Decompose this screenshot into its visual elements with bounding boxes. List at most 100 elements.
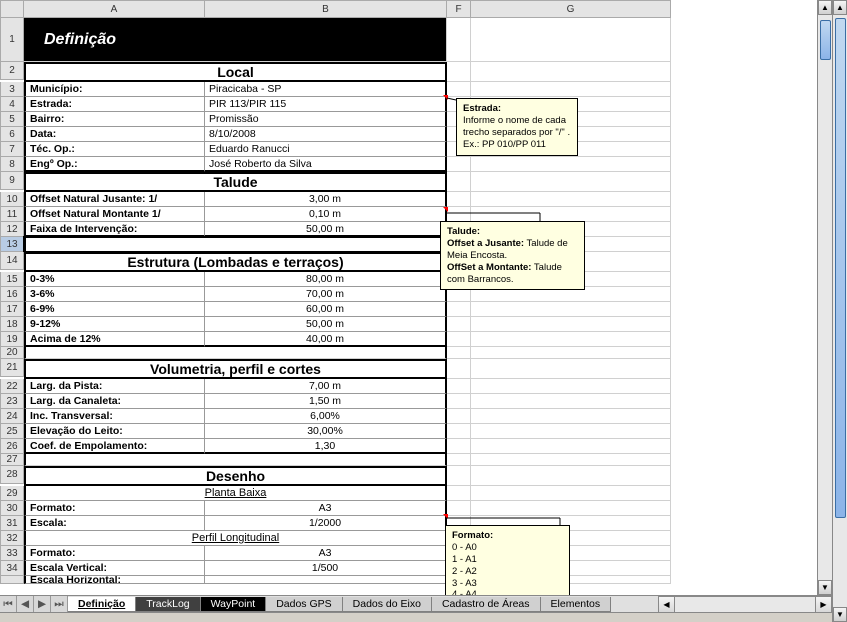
scroll-up-icon[interactable]: ▲: [833, 0, 847, 15]
row-header-20[interactable]: 20: [0, 347, 24, 359]
value-inc[interactable]: 6,00%: [205, 409, 447, 424]
row-header-7[interactable]: 7: [0, 142, 24, 157]
comment-title: Talude:: [447, 226, 480, 237]
value-lf[interactable]: A3: [205, 546, 447, 561]
section-desenho: Desenho: [24, 466, 447, 486]
tab-tracklog[interactable]: TrackLog: [136, 597, 200, 612]
value-est-r2[interactable]: 70,00 m: [205, 287, 447, 302]
row-header-22[interactable]: 22: [0, 379, 24, 394]
row-header-16[interactable]: 16: [0, 287, 24, 302]
row-header-28[interactable]: 28: [0, 466, 24, 484]
comment-talude: Talude: Offset a Jusante: Talude de Meia…: [440, 221, 585, 290]
row-header-13[interactable]: 13: [0, 237, 24, 252]
value-pf[interactable]: A3: [205, 501, 447, 516]
value-engop[interactable]: José Roberto da Silva: [205, 157, 447, 172]
selected-cell[interactable]: [24, 237, 447, 252]
scroll-thumb[interactable]: [820, 20, 831, 60]
row-header-19[interactable]: 19: [0, 332, 24, 347]
row-header-35[interactable]: [0, 576, 24, 584]
scroll-thumb[interactable]: [835, 18, 846, 518]
row-header-4[interactable]: 4: [0, 97, 24, 112]
value-canaleta[interactable]: 1,50 m: [205, 394, 447, 409]
row-header-33[interactable]: 33: [0, 546, 24, 561]
row-header-11[interactable]: 11: [0, 207, 24, 222]
comment-formato: Formato: 0 - A0 1 - A1 2 - A2 3 - A3 4 -…: [445, 525, 570, 595]
value-est-r4[interactable]: 50,00 m: [205, 317, 447, 332]
select-all-corner[interactable]: [0, 0, 24, 18]
row-header-15[interactable]: 15: [0, 272, 24, 287]
row-header-23[interactable]: 23: [0, 394, 24, 409]
col-header-g[interactable]: G: [471, 0, 671, 18]
label-tecop: Téc. Op.:: [24, 142, 205, 157]
tab-first-icon[interactable]: ⏮: [0, 596, 17, 612]
row-header-24[interactable]: 24: [0, 409, 24, 424]
value-est-r3[interactable]: 60,00 m: [205, 302, 447, 317]
hscroll-left-icon[interactable]: ◀: [658, 596, 675, 613]
scroll-down-icon[interactable]: ▼: [818, 580, 832, 595]
row-header-32[interactable]: 32: [0, 531, 24, 546]
col-header-b[interactable]: B: [205, 0, 447, 18]
row-header-17[interactable]: 17: [0, 302, 24, 317]
tab-last-icon[interactable]: ⏭: [51, 596, 68, 612]
col-header-f[interactable]: F: [447, 0, 471, 18]
tab-dados-gps[interactable]: Dados GPS: [266, 597, 342, 612]
tab-elementos[interactable]: Elementos: [541, 597, 612, 612]
row-header-12[interactable]: 12: [0, 222, 24, 237]
window-vertical-scrollbar[interactable]: ▲ ▼: [832, 0, 847, 622]
value-tecop[interactable]: Eduardo Ranucci: [205, 142, 447, 157]
row-header-2[interactable]: 2: [0, 62, 24, 80]
comment-indicator-icon[interactable]: [443, 95, 448, 100]
value-jusante[interactable]: 3,00 m: [205, 192, 447, 207]
value-bairro[interactable]: Promissão: [205, 112, 447, 127]
row-header-5[interactable]: 5: [0, 112, 24, 127]
row-header-30[interactable]: 30: [0, 501, 24, 516]
tab-cadastro-areas[interactable]: Cadastro de Áreas: [432, 597, 541, 612]
tab-waypoint[interactable]: WayPoint: [201, 597, 267, 612]
spreadsheet-workspace: A B F G 1 Definição 2 Local 3 Município:…: [0, 0, 832, 595]
row-header-21[interactable]: 21: [0, 359, 24, 377]
row-header-27[interactable]: 27: [0, 454, 24, 466]
value-elev[interactable]: 30,00%: [205, 424, 447, 439]
value-emp[interactable]: 1,30: [205, 439, 447, 454]
value-pe[interactable]: 1/2000: [205, 516, 447, 531]
comment-indicator-icon[interactable]: [443, 207, 448, 212]
value-pista[interactable]: 7,00 m: [205, 379, 447, 394]
scroll-down-icon[interactable]: ▼: [833, 607, 847, 622]
sheet-vertical-scrollbar[interactable]: ▲ ▼: [817, 0, 832, 595]
col-header-a[interactable]: A: [24, 0, 205, 18]
value-estrada[interactable]: PIR 113/PIR 115: [205, 97, 447, 112]
row-header-34[interactable]: 34: [0, 561, 24, 576]
tab-definicao[interactable]: Definição: [68, 597, 136, 612]
tab-next-icon[interactable]: ▶: [34, 596, 51, 612]
tab-dados-eixo[interactable]: Dados do Eixo: [343, 597, 432, 612]
value-montante[interactable]: 0,10 m: [205, 207, 447, 222]
tab-prev-icon[interactable]: ◀: [17, 596, 34, 612]
row-header-29[interactable]: 29: [0, 486, 24, 501]
value-est-r1[interactable]: 80,00 m: [205, 272, 447, 287]
row-header-25[interactable]: 25: [0, 424, 24, 439]
comment-estrada: Estrada: Informe o nome de cada trecho s…: [456, 98, 578, 156]
subsection-perfil: Perfil Longitudinal: [24, 531, 447, 546]
row-header-3[interactable]: 3: [0, 82, 24, 97]
label-ev: Escala Vertical:: [24, 561, 205, 576]
value-municipio[interactable]: Piracicaba - SP: [205, 82, 447, 97]
value-est-r5[interactable]: 40,00 m: [205, 332, 447, 347]
value-ev[interactable]: 1/500: [205, 561, 447, 576]
value-faixa[interactable]: 50,00 m: [205, 222, 447, 237]
scroll-up-icon[interactable]: ▲: [818, 0, 832, 15]
comment-title: Formato:: [452, 530, 493, 541]
row-header-14[interactable]: 14: [0, 252, 24, 270]
row-header-10[interactable]: 10: [0, 192, 24, 207]
status-bar: [0, 612, 832, 622]
row-header-26[interactable]: 26: [0, 439, 24, 454]
value-data[interactable]: 8/10/2008: [205, 127, 447, 142]
row-header-6[interactable]: 6: [0, 127, 24, 142]
row-header-18[interactable]: 18: [0, 317, 24, 332]
row-header-1[interactable]: 1: [0, 18, 24, 62]
comment-indicator-icon[interactable]: [443, 514, 448, 519]
row-header-8[interactable]: 8: [0, 157, 24, 172]
horizontal-scrollbar[interactable]: ◀ ▶: [658, 596, 832, 613]
row-header-31[interactable]: 31: [0, 516, 24, 531]
hscroll-right-icon[interactable]: ▶: [815, 596, 832, 613]
row-header-9[interactable]: 9: [0, 172, 24, 190]
